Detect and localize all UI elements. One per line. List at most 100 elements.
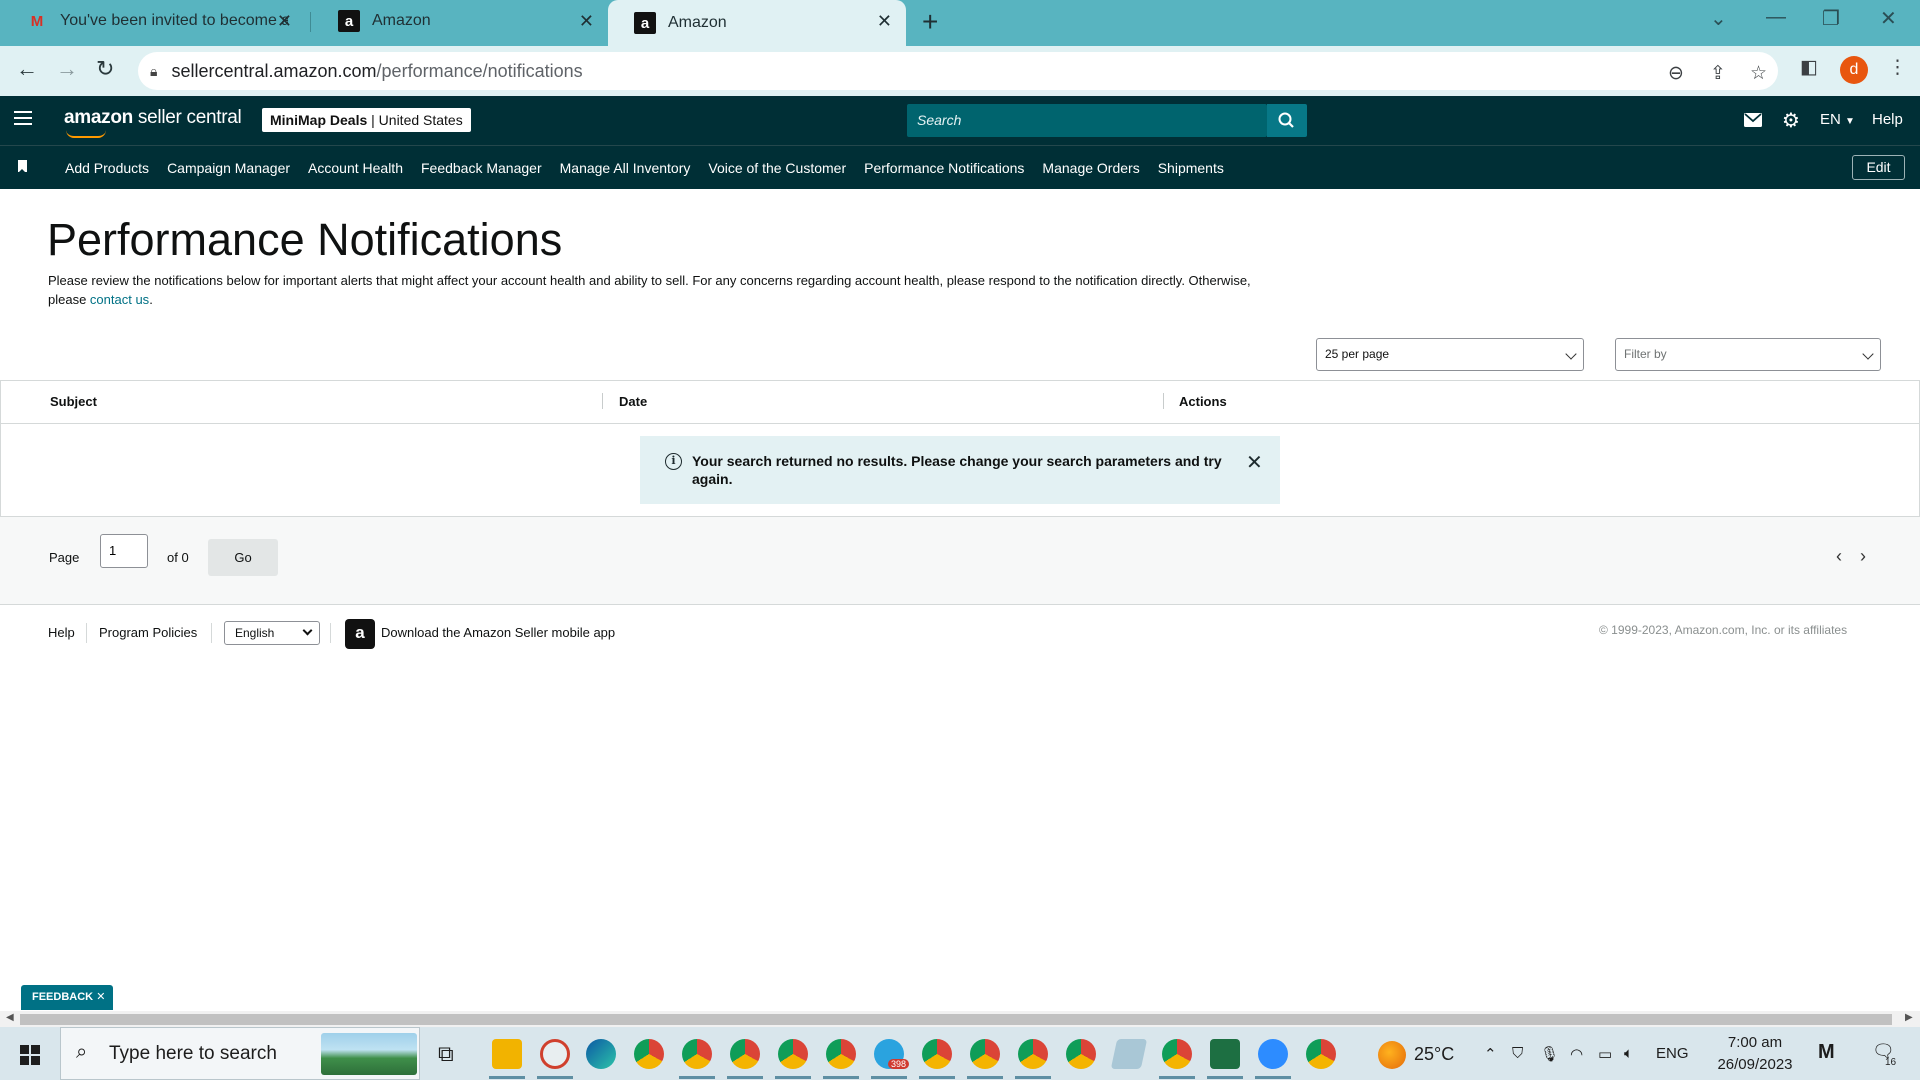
edit-nav-button[interactable]: Edit [1852,155,1905,180]
per-page-select[interactable]: 25 per page [1316,338,1584,371]
battery-icon[interactable]: ▭ [1598,1045,1612,1063]
nav-performance-notifications[interactable]: Performance Notifications [864,160,1024,176]
chrome-profile-icon[interactable] [1066,1039,1096,1069]
chrome-profile-icon[interactable] [826,1039,856,1069]
chrome-profile-icon[interactable] [970,1039,1000,1069]
taskbar-search-input[interactable]: ⌕ Type here to search [60,1027,420,1080]
scroll-left-icon[interactable]: ◀ [6,1012,14,1023]
chrome-profile-icon[interactable] [682,1039,712,1069]
clock-date: 26/09/2023 [1717,1056,1793,1073]
nav-add-products[interactable]: Add Products [65,160,149,176]
chrome-profile-icon[interactable] [778,1039,808,1069]
tab-amazon-active[interactable]: a Amazon ✕ [608,0,906,46]
bookmark-icon[interactable] [18,160,27,173]
gear-icon[interactable]: ⚙ [1782,108,1800,133]
volume-icon[interactable]: 🔈︎ [1624,1045,1633,1062]
go-button[interactable]: Go [208,539,278,576]
download-app-link[interactable]: Download the Amazon Seller mobile app [381,625,615,640]
share-icon[interactable]: ⇪ [1710,62,1726,85]
contact-us-link[interactable]: contact us [90,292,149,307]
minimize-icon[interactable]: — [1766,6,1786,29]
menu-kebab-icon[interactable]: ⋮ [1888,56,1907,79]
task-view-icon[interactable]: ⧉ [438,1041,454,1067]
nav-account-health[interactable]: Account Health [308,160,403,176]
search-placeholder: Search [917,112,962,128]
pinned-app-icon[interactable]: M [1818,1041,1835,1064]
show-hidden-icons-icon[interactable]: ⌃ [1484,1045,1497,1063]
scroll-right-icon[interactable]: ▶ [1905,1012,1913,1023]
nav-manage-orders[interactable]: Manage Orders [1042,160,1139,176]
feedback-button[interactable]: FEEDBACK ✕ [21,985,113,1010]
restore-icon[interactable]: ❐ [1822,6,1840,31]
side-panel-icon[interactable]: ◧ [1800,56,1818,79]
bookmark-star-icon[interactable]: ☆ [1750,62,1767,85]
reload-icon[interactable]: ↻ [96,56,114,82]
tab-gmail[interactable]: M You've been invited to become a ✕ [0,0,306,42]
chrome-profile-icon[interactable] [1018,1039,1048,1069]
system-clock[interactable]: 7:00 am 26/09/2023 [1700,1032,1810,1076]
footer-help-link[interactable]: Help [48,625,75,640]
filter-select[interactable]: Filter by [1615,338,1881,371]
zoom-icon[interactable]: ⊖ [1668,62,1684,85]
close-icon[interactable]: ✕ [96,991,105,1003]
search-input[interactable]: Search [907,104,1267,137]
new-tab-icon[interactable]: + [922,6,938,38]
zoom-icon[interactable] [1258,1039,1288,1069]
scrollbar-thumb[interactable] [20,1014,1892,1025]
tab-amazon-1[interactable]: a Amazon ✕ [312,0,608,42]
nav-shipments[interactable]: Shipments [1158,160,1224,176]
nav-feedback-manager[interactable]: Feedback Manager [421,160,542,176]
store-switcher[interactable]: MiniMap Deals | United States [262,108,471,132]
chevron-left-icon[interactable]: ‹ [1836,546,1842,567]
chrome-icon[interactable] [1306,1039,1336,1069]
nav-voice-of-customer[interactable]: Voice of the Customer [708,160,846,176]
tab-title: Amazon [668,14,727,31]
app-running-indicator [1255,1076,1291,1079]
snipping-tool-icon[interactable] [540,1039,570,1069]
horizontal-scrollbar[interactable]: ◀ ▶ [0,1011,1920,1027]
temperature[interactable]: 25°C [1414,1044,1454,1065]
chrome-icon[interactable] [634,1039,664,1069]
close-tab-icon[interactable]: ✕ [877,11,892,32]
back-icon[interactable]: ← [16,56,38,82]
profile-avatar[interactable]: d [1840,56,1868,84]
program-policies-link[interactable]: Program Policies [99,625,197,640]
weather-icon[interactable] [1378,1041,1406,1069]
footer-language-select[interactable]: English [224,621,320,645]
column-subject[interactable]: Subject [50,394,97,409]
help-link[interactable]: Help [1872,111,1903,128]
column-date[interactable]: Date [619,394,647,409]
nav-manage-all-inventory[interactable]: Manage All Inventory [560,160,691,176]
close-tab-icon[interactable]: ✕ [579,11,594,32]
seller-central-logo[interactable]: amazon seller central [64,107,242,138]
tab-search-icon[interactable]: ⌄ [1710,6,1727,31]
address-bar[interactable]: 🔒︎ sellercentral.amazon.com/performance/… [138,52,1778,90]
security-shield-icon[interactable]: ⛉ [1512,1045,1523,1062]
chrome-profile-icon[interactable] [730,1039,760,1069]
amazon-app-icon[interactable]: a [345,619,375,649]
close-tab-icon[interactable]: ✕ [277,11,292,32]
nav-campaign-manager[interactable]: Campaign Manager [167,160,290,176]
hamburger-menu-icon[interactable] [14,111,32,129]
input-language[interactable]: ENG [1656,1045,1689,1062]
page-number-input[interactable]: 1 [100,534,148,568]
microphone-icon[interactable]: 🎙︎ [1540,1045,1559,1063]
chevron-right-icon[interactable]: › [1860,546,1866,567]
forward-icon[interactable]: → [56,56,78,82]
close-icon[interactable]: ✕ [1246,450,1263,475]
close-window-icon[interactable]: ✕ [1880,6,1897,31]
file-explorer-icon[interactable] [492,1039,522,1069]
search-highlight-image [321,1033,417,1075]
excel-icon[interactable] [1210,1039,1240,1069]
wifi-icon[interactable]: ◠ [1570,1045,1583,1063]
column-actions[interactable]: Actions [1179,394,1227,409]
search-button[interactable] [1267,104,1307,137]
lock-icon[interactable]: 🔒︎ [150,63,157,80]
chrome-profile-icon[interactable] [1162,1039,1192,1069]
edge-icon[interactable] [586,1039,616,1069]
notepad-icon[interactable] [1110,1039,1148,1069]
language-selector[interactable]: EN ▼ [1820,111,1855,128]
chrome-profile-icon[interactable] [922,1039,952,1069]
mail-icon[interactable] [1744,113,1762,127]
windows-start-icon[interactable] [20,1045,40,1065]
